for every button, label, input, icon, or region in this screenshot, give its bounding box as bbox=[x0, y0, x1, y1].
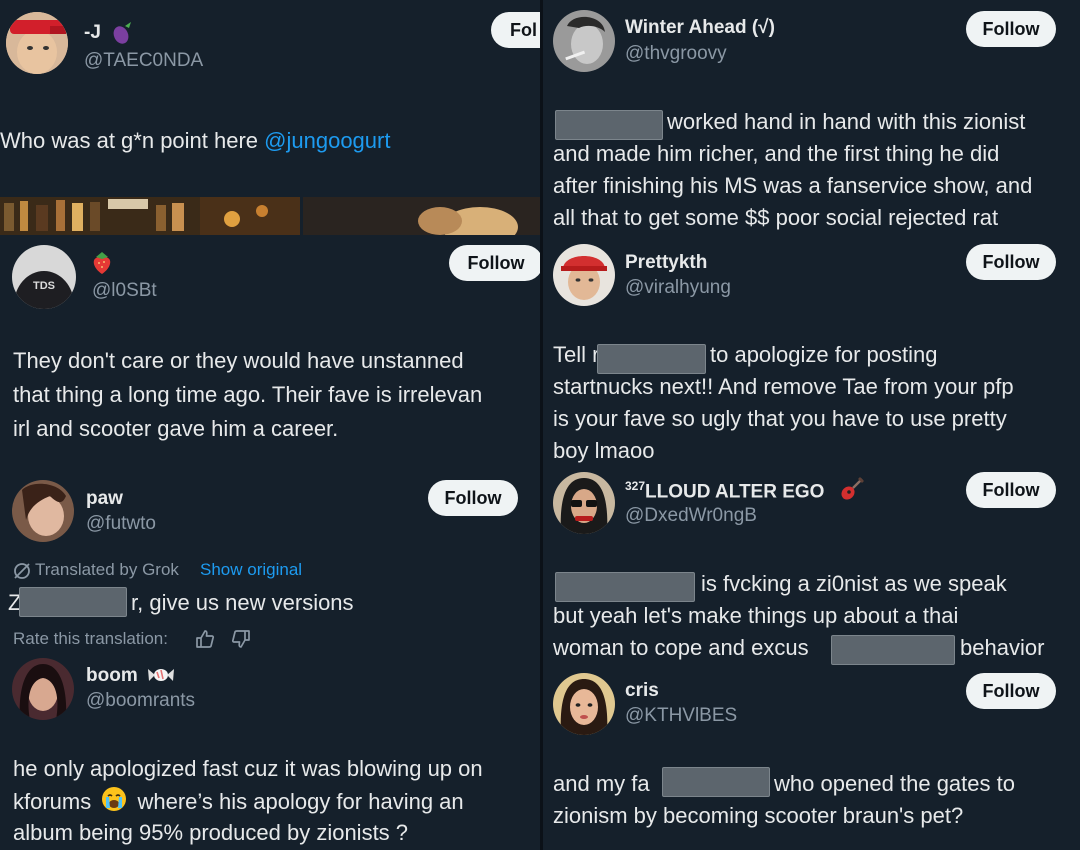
media-thumbnail-strip[interactable] bbox=[0, 197, 540, 235]
display-name[interactable]: -J bbox=[84, 22, 101, 44]
display-name[interactable]: boom bbox=[86, 665, 138, 687]
post-text-line: all that to get some $$ poor social reje… bbox=[553, 205, 999, 230]
display-name[interactable]: Winter Ahead (√) bbox=[625, 17, 775, 39]
grok-translate-icon bbox=[12, 561, 32, 586]
user-handle[interactable]: @KTHVlBES bbox=[625, 705, 737, 727]
person-red-bandana-avatar bbox=[6, 12, 68, 74]
display-name-text: LLOUD ALTER EGO bbox=[645, 481, 825, 503]
post-text-line: irl and scooter gave him a career. bbox=[13, 416, 339, 441]
avatar-shirt-text: TDS bbox=[33, 280, 55, 292]
post-text-line: but yeah let's make things up about a th… bbox=[553, 603, 959, 628]
post-text-line: worked hand in hand with this zionist bbox=[667, 109, 1026, 134]
post-text-segment: and my fa bbox=[553, 771, 650, 796]
person-tds-shirt-avatar: TDS bbox=[12, 245, 76, 309]
thumbs-down-icon[interactable] bbox=[230, 628, 252, 655]
person-sunglasses-avatar bbox=[553, 472, 615, 534]
avatar[interactable] bbox=[6, 12, 68, 74]
display-name[interactable]: paw bbox=[86, 488, 123, 510]
rate-translation-label: Rate this translation: bbox=[13, 629, 168, 648]
post-text-line: zionism by becoming scooter braun's pet? bbox=[553, 803, 964, 828]
post-text-segment: woman to cope and excus bbox=[553, 635, 809, 660]
follow-button[interactable]: Follow bbox=[966, 673, 1056, 709]
follow-button[interactable]: Follow bbox=[966, 472, 1056, 508]
post-text-line: after finishing his MS was a fanservice … bbox=[553, 173, 1033, 198]
avatar[interactable] bbox=[12, 480, 74, 542]
redaction-block bbox=[555, 572, 695, 602]
avatar[interactable] bbox=[553, 472, 615, 534]
post-text-body: Who was at g*n point here bbox=[0, 128, 265, 153]
redaction-block bbox=[831, 635, 955, 665]
strawberry-emoji-icon bbox=[90, 250, 114, 281]
redaction-block bbox=[19, 587, 127, 617]
mention-link[interactable]: @jungoogurt bbox=[264, 128, 390, 153]
follow-button[interactable]: Follow bbox=[966, 11, 1056, 47]
left-screenshot-panel: -J @TAEC0NDA Fol Who was at g*n point he… bbox=[0, 0, 540, 850]
post-text-line: startnucks next!! And remove Tae from yo… bbox=[553, 374, 1014, 399]
post-text-segment: who opened the gates to bbox=[774, 771, 1015, 796]
post-text: Who was at g*n point here @jungoogurt bbox=[0, 124, 390, 157]
avatar[interactable] bbox=[553, 673, 615, 735]
post-text-segment: Tell r bbox=[553, 342, 600, 367]
post-text-end: r, give us new versions bbox=[131, 590, 354, 615]
person-photo-avatar bbox=[12, 658, 74, 720]
redaction-block bbox=[662, 767, 770, 797]
post-text-segment: where’s his apology for having an bbox=[137, 789, 464, 814]
post-text-line: They don't care or they would have unsta… bbox=[13, 348, 464, 373]
follow-button[interactable]: Follow bbox=[966, 244, 1056, 280]
display-name[interactable]: Prettykth bbox=[625, 252, 707, 274]
display-name[interactable]: cris bbox=[625, 680, 659, 702]
eggplant-emoji-icon bbox=[112, 20, 134, 49]
follow-button[interactable]: Fol bbox=[491, 12, 540, 48]
avatar[interactable] bbox=[12, 658, 74, 720]
post-text-segment: kforums bbox=[13, 789, 92, 814]
show-original-link[interactable]: Show original bbox=[200, 560, 302, 580]
user-handle[interactable]: @TAEC0NDA bbox=[84, 50, 203, 72]
translated-label: Translated by Grok bbox=[35, 560, 179, 579]
person-red-cap-avatar bbox=[553, 244, 615, 306]
user-handle[interactable]: @futwto bbox=[86, 513, 156, 535]
user-handle[interactable]: @l0SBt bbox=[92, 280, 157, 302]
candy-emoji-icon bbox=[146, 664, 176, 691]
user-handle[interactable]: @DxedWr0ngB bbox=[625, 505, 757, 527]
person-smoking-avatar bbox=[553, 10, 615, 72]
right-screenshot-panel: Winter Ahead (√) @thvgroovy Follow worke… bbox=[543, 0, 1080, 850]
post-text-line: that thing a long time ago. Their fave i… bbox=[13, 382, 483, 407]
user-handle[interactable]: @viralhyung bbox=[625, 277, 731, 299]
follow-button[interactable]: Follow bbox=[449, 245, 540, 281]
post-text-segment: behavior bbox=[960, 635, 1045, 660]
display-name[interactable]: 327LLOUD ALTER EGO bbox=[625, 479, 824, 503]
post-text-segment: to apologize for posting bbox=[710, 342, 938, 367]
post-text-line: boy lmaoo bbox=[553, 438, 655, 463]
post-text-line: and made him richer, and the first thing… bbox=[553, 141, 1000, 166]
post-text-line: is your fave so ugly that you have to us… bbox=[553, 406, 1007, 431]
avatar[interactable] bbox=[553, 10, 615, 72]
post-text-line: he only apologized fast cuz it was blowi… bbox=[13, 756, 483, 781]
post-text-line: is fvcking a zi0nist as we speak bbox=[701, 571, 1007, 596]
user-handle[interactable]: @boomrants bbox=[86, 690, 195, 712]
follow-button[interactable]: Follow bbox=[428, 480, 518, 516]
post-text-line: album being 95% produced by zionists ? bbox=[13, 820, 409, 845]
redaction-block bbox=[555, 110, 663, 140]
thumbs-up-icon[interactable] bbox=[194, 628, 216, 655]
avatar[interactable]: TDS bbox=[12, 245, 76, 309]
avatar[interactable] bbox=[553, 244, 615, 306]
person-face-avatar bbox=[553, 673, 615, 735]
name-superscript: 327 bbox=[625, 479, 646, 493]
user-handle[interactable]: @thvgroovy bbox=[625, 43, 727, 65]
guitar-emoji-icon bbox=[839, 476, 865, 507]
person-photo-avatar bbox=[12, 480, 74, 542]
